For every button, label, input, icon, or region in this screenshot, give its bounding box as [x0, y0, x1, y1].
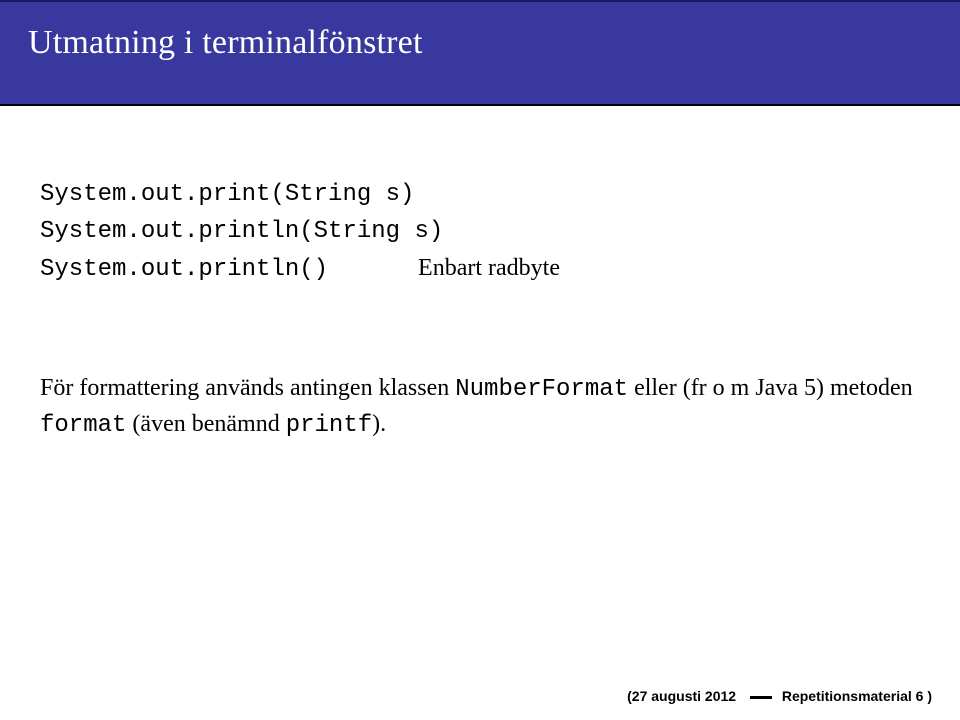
code-text: System.out.println() [40, 251, 328, 288]
paragraph: För formattering används antingen klasse… [40, 371, 920, 445]
text: ). [372, 411, 386, 437]
slide: Utmatning i terminalfönstret System.out.… [0, 0, 960, 720]
inline-code: printf [286, 412, 372, 439]
text: eller (fr o m Java 5) metoden [628, 375, 913, 401]
code-line: System.out.println() Enbart radbyte [40, 250, 920, 288]
code-text: System.out.print(String s) [40, 176, 414, 213]
footer-date: (27 augusti 2012 [627, 688, 736, 704]
footer: (27 augusti 2012 Repetitionsmaterial 6 ) [627, 688, 932, 704]
code-line: System.out.println(String s) [40, 213, 920, 250]
code-block: System.out.print(String s) System.out.pr… [40, 176, 920, 289]
code-line: System.out.print(String s) [40, 176, 920, 213]
text: (även benämnd [126, 411, 285, 437]
code-note: Enbart radbyte [418, 250, 560, 287]
top-rule [0, 0, 960, 2]
inline-code: NumberFormat [455, 376, 628, 403]
inline-code: format [40, 412, 126, 439]
footer-dash-icon [750, 696, 772, 699]
header-band: Utmatning i terminalfönstret [0, 0, 960, 104]
code-text: System.out.println(String s) [40, 213, 443, 250]
text: För formattering används antingen klasse… [40, 375, 455, 401]
body-content: System.out.print(String s) System.out.pr… [0, 104, 960, 444]
header-rule [0, 104, 960, 106]
slide-title: Utmatning i terminalfönstret [28, 24, 932, 62]
footer-page: Repetitionsmaterial 6 ) [782, 688, 932, 704]
